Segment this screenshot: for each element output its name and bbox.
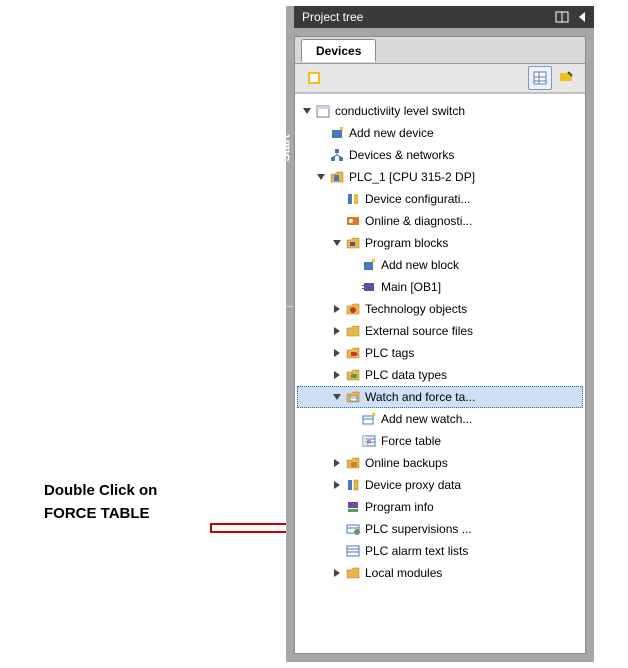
tree-container: conductiviity level switch Add new devic… [295, 93, 585, 653]
add-device-icon [329, 125, 345, 141]
panel-resize-bar[interactable] [286, 306, 294, 317]
add-watch-icon [361, 411, 377, 427]
panel-inner: Devices conductiviity level switch [294, 36, 586, 654]
tree-label: PLC alarm text lists [365, 544, 468, 558]
tree-label: Technology objects [365, 302, 467, 316]
tree-label: Program blocks [365, 236, 448, 250]
supervision-icon [345, 521, 361, 537]
tree-label: PLC tags [365, 346, 414, 360]
tree-label: Add new device [349, 126, 434, 140]
tab-devices[interactable]: Devices [301, 39, 376, 62]
tree-online-backups[interactable]: Online backups [297, 452, 583, 474]
expander-open-icon[interactable] [301, 105, 313, 117]
dock-icon[interactable] [554, 10, 570, 24]
backup-folder-icon [345, 455, 361, 471]
proxy-icon [345, 477, 361, 493]
tree-plc-tags[interactable]: PLC tags [297, 342, 583, 364]
toolbar-network-icon[interactable] [554, 66, 578, 90]
tree-label: PLC supervisions ... [365, 522, 472, 536]
watch-folder-icon [345, 389, 361, 405]
expander-closed-icon[interactable] [331, 325, 343, 337]
project-icon [315, 103, 331, 119]
annotation-line2: FORCE TABLE [44, 505, 150, 522]
tree-plc-datatypes[interactable]: PLC data types [297, 364, 583, 386]
tree-watch-force[interactable]: Watch and force ta... [297, 386, 583, 408]
force-table-icon: F [361, 433, 377, 449]
tree-label: Online backups [365, 456, 448, 470]
add-block-icon [361, 257, 377, 273]
project-tree-panel: Project tree Start Devices [286, 6, 594, 662]
tree-label: Devices & networks [349, 148, 454, 162]
tree-local-modules[interactable]: Local modules [297, 562, 583, 584]
tree-add-device[interactable]: Add new device [297, 122, 583, 144]
tree-label: Device proxy data [365, 478, 461, 492]
tree-device-config[interactable]: Device configurati... [297, 188, 583, 210]
tree-program-blocks[interactable]: Program blocks [297, 232, 583, 254]
tree-root[interactable]: conductiviity level switch [297, 100, 583, 122]
expander-closed-icon[interactable] [331, 369, 343, 381]
tree-online-diag[interactable]: Online & diagnosti... [297, 210, 583, 232]
toolbar-overview-icon[interactable] [302, 66, 326, 90]
collapse-icon[interactable] [574, 10, 590, 24]
tree-force-table[interactable]: F Force table [297, 430, 583, 452]
expander-closed-icon[interactable] [331, 479, 343, 491]
tree-add-watch[interactable]: Add new watch... [297, 408, 583, 430]
tree-label: Force table [381, 434, 441, 448]
ob-block-icon [361, 279, 377, 295]
annotation-line1: Double Click on [44, 482, 157, 499]
tree-label: External source files [365, 324, 473, 338]
network-icon [329, 147, 345, 163]
tree-label: Add new watch... [381, 412, 472, 426]
tree-label: Program info [365, 500, 434, 514]
tree-add-block[interactable]: Add new block [297, 254, 583, 276]
tree-label: Watch and force ta... [365, 390, 475, 404]
tags-folder-icon [345, 345, 361, 361]
alarm-list-icon [345, 543, 361, 559]
tree-label: conductiviity level switch [335, 104, 465, 118]
tech-folder-icon [345, 301, 361, 317]
expander-open-icon[interactable] [331, 391, 343, 403]
expander-open-icon[interactable] [315, 171, 327, 183]
program-info-icon [345, 499, 361, 515]
tab-row: Devices [295, 37, 585, 64]
expander-open-icon[interactable] [331, 237, 343, 249]
panel-title: Project tree [302, 10, 550, 24]
tree-label: Local modules [365, 566, 442, 580]
panel-title-bar: Project tree [294, 6, 594, 28]
tree-device-proxy[interactable]: Device proxy data [297, 474, 583, 496]
source-folder-icon [345, 323, 361, 339]
toolbar-grid-icon[interactable] [528, 66, 552, 90]
tree-plc-supervisions[interactable]: PLC supervisions ... [297, 518, 583, 540]
tree-devices-networks[interactable]: Devices & networks [297, 144, 583, 166]
diagnostics-icon [345, 213, 361, 229]
datatypes-folder-icon [345, 367, 361, 383]
tree-label: Device configurati... [365, 192, 470, 206]
expander-closed-icon[interactable] [331, 567, 343, 579]
toolbar [295, 64, 585, 93]
expander-closed-icon[interactable] [331, 457, 343, 469]
tree-program-info[interactable]: Program info [297, 496, 583, 518]
device-config-icon [345, 191, 361, 207]
tree-tech-objects[interactable]: Technology objects [297, 298, 583, 320]
svg-text:F: F [367, 440, 371, 447]
tree-ext-sources[interactable]: External source files [297, 320, 583, 342]
tree-main-ob1[interactable]: Main [OB1] [297, 276, 583, 298]
modules-folder-icon [345, 565, 361, 581]
blocks-folder-icon [345, 235, 361, 251]
tree-label: PLC_1 [CPU 315-2 DP] [349, 170, 475, 184]
tree-label: Online & diagnosti... [365, 214, 472, 228]
plc-folder-icon [329, 169, 345, 185]
tree-label: PLC data types [365, 368, 447, 382]
side-tab-start[interactable]: Start [279, 134, 293, 161]
tree-label: Main [OB1] [381, 280, 441, 294]
expander-closed-icon[interactable] [331, 347, 343, 359]
tree-plc[interactable]: PLC_1 [CPU 315-2 DP] [297, 166, 583, 188]
tree-plc-alarm[interactable]: PLC alarm text lists [297, 540, 583, 562]
project-tree[interactable]: conductiviity level switch Add new devic… [295, 94, 585, 590]
tree-label: Add new block [381, 258, 459, 272]
expander-closed-icon[interactable] [331, 303, 343, 315]
instruction-annotation: Double Click on FORCE TABLE [44, 480, 157, 525]
